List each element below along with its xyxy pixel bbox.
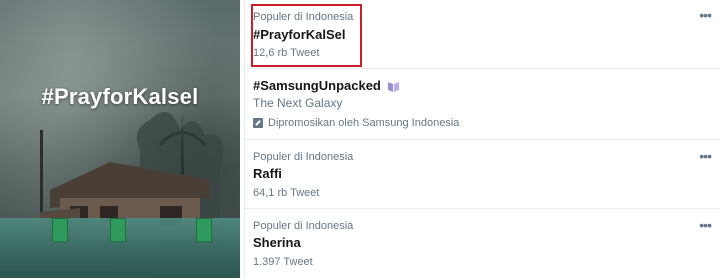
more-options-icon[interactable]: ••• — [699, 217, 712, 233]
flood-photo: #PrayforKalsel — [0, 0, 240, 278]
trend-name[interactable]: Sherina — [253, 235, 301, 250]
trend-count: 64,1 rb Tweet — [253, 187, 320, 199]
trend-item[interactable]: Populer di Indonesia #PrayforKalSel 12,6… — [245, 0, 720, 69]
more-options-icon[interactable]: ••• — [699, 7, 712, 23]
promoted-icon — [253, 118, 263, 128]
trend-item[interactable]: Populer di Indonesia Raffi 64,1 rb Tweet… — [245, 140, 720, 209]
flood-sign — [196, 218, 212, 242]
trend-count: 12,6 rb Tweet — [253, 47, 320, 59]
trend-description: The Next Galaxy — [253, 96, 343, 110]
trend-name[interactable]: #SamsungUnpacked — [253, 78, 400, 93]
promoted-label: Dipromosikan oleh Samsung Indonesia — [253, 117, 459, 129]
photo-hashtag-text: #PrayforKalsel — [41, 84, 199, 109]
flood-sign — [110, 218, 126, 242]
trend-context: Populer di Indonesia — [253, 151, 354, 163]
trend-name[interactable]: Raffi — [253, 166, 282, 181]
trend-context: Populer di Indonesia — [253, 11, 354, 23]
more-options-icon[interactable]: ••• — [699, 148, 712, 164]
trend-item[interactable]: Populer di Indonesia Sherina 1.397 Tweet… — [245, 209, 720, 278]
trend-name[interactable]: #PrayforKalSel — [253, 27, 346, 42]
galaxy-book-emoji-icon — [387, 81, 399, 92]
trend-count: 1.397 Tweet — [253, 256, 313, 268]
flood-sign — [52, 218, 68, 242]
trend-item-promoted[interactable]: #SamsungUnpacked The Next Galaxy Dipromo… — [245, 69, 720, 140]
trend-name-text: #SamsungUnpacked — [253, 78, 381, 93]
promoted-text: Dipromosikan oleh Samsung Indonesia — [268, 117, 460, 129]
trend-context: Populer di Indonesia — [253, 220, 354, 232]
trends-panel: Populer di Indonesia #PrayforKalSel 12,6… — [244, 0, 720, 278]
